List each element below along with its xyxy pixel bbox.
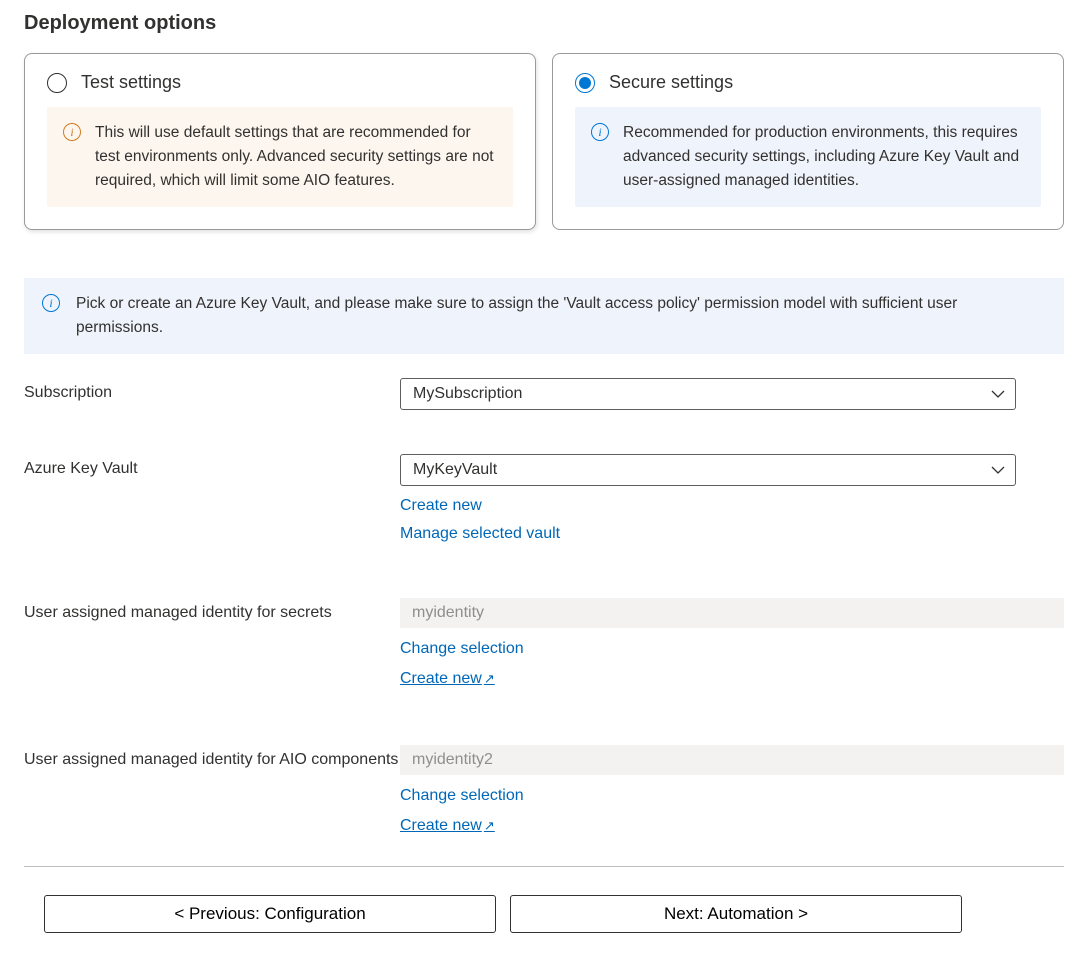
link-key-vault-manage[interactable]: Manage selected vault xyxy=(400,520,1064,548)
chevron-down-icon xyxy=(991,389,1005,399)
next-button[interactable]: Next: Automation > xyxy=(510,895,962,933)
option-card-test[interactable]: Test settings i This will use default se… xyxy=(24,53,536,230)
external-link-icon: ↗ xyxy=(484,671,495,686)
field-identity-secrets: myidentity xyxy=(400,598,1064,628)
label-identity-secrets: User assigned managed identity for secre… xyxy=(24,598,400,622)
option-title-secure: Secure settings xyxy=(609,72,733,93)
footer-separator xyxy=(24,866,1064,867)
previous-button[interactable]: < Previous: Configuration xyxy=(44,895,496,933)
link-key-vault-create[interactable]: Create new xyxy=(400,492,1064,520)
info-text-test: This will use default settings that are … xyxy=(95,121,497,193)
link-identity-aio-change[interactable]: Change selection xyxy=(400,781,1064,811)
info-icon: i xyxy=(42,294,60,312)
option-card-secure[interactable]: Secure settings i Recommended for produc… xyxy=(552,53,1064,230)
option-header-secure: Secure settings xyxy=(575,72,1041,93)
link-identity-secrets-change[interactable]: Change selection xyxy=(400,634,1064,664)
info-box-test: i This will use default settings that ar… xyxy=(47,107,513,207)
deployment-options-row: Test settings i This will use default se… xyxy=(24,53,1064,230)
field-identity-aio: myidentity2 xyxy=(400,745,1064,775)
row-key-vault: Azure Key Vault MyKeyVault Create new Ma… xyxy=(24,454,1064,548)
info-icon: i xyxy=(63,123,81,141)
row-identity-secrets: User assigned managed identity for secre… xyxy=(24,598,1064,695)
page-title: Deployment options xyxy=(24,12,1064,35)
radio-test[interactable] xyxy=(47,73,67,93)
row-identity-aio: User assigned managed identity for AIO c… xyxy=(24,745,1064,842)
radio-secure[interactable] xyxy=(575,73,595,93)
info-icon: i xyxy=(591,123,609,141)
option-header-test: Test settings xyxy=(47,72,513,93)
link-identity-aio-create[interactable]: Create new↗ xyxy=(400,811,1064,841)
option-title-test: Test settings xyxy=(81,72,181,93)
external-link-icon: ↗ xyxy=(484,818,495,833)
footer-buttons: < Previous: Configuration Next: Automati… xyxy=(24,895,1064,933)
dropdown-subscription-value: MySubscription xyxy=(413,385,522,403)
banner-text: Pick or create an Azure Key Vault, and p… xyxy=(76,292,1046,340)
chevron-down-icon xyxy=(991,465,1005,475)
label-key-vault: Azure Key Vault xyxy=(24,454,400,478)
label-identity-aio: User assigned managed identity for AIO c… xyxy=(24,745,400,769)
dropdown-key-vault[interactable]: MyKeyVault xyxy=(400,454,1016,486)
label-subscription: Subscription xyxy=(24,378,400,402)
info-box-secure: i Recommended for production environment… xyxy=(575,107,1041,207)
dropdown-key-vault-value: MyKeyVault xyxy=(413,461,497,479)
dropdown-subscription[interactable]: MySubscription xyxy=(400,378,1016,410)
link-identity-secrets-create[interactable]: Create new↗ xyxy=(400,664,1064,694)
info-text-secure: Recommended for production environments,… xyxy=(623,121,1025,193)
key-vault-banner: i Pick or create an Azure Key Vault, and… xyxy=(24,278,1064,354)
row-subscription: Subscription MySubscription xyxy=(24,378,1064,410)
